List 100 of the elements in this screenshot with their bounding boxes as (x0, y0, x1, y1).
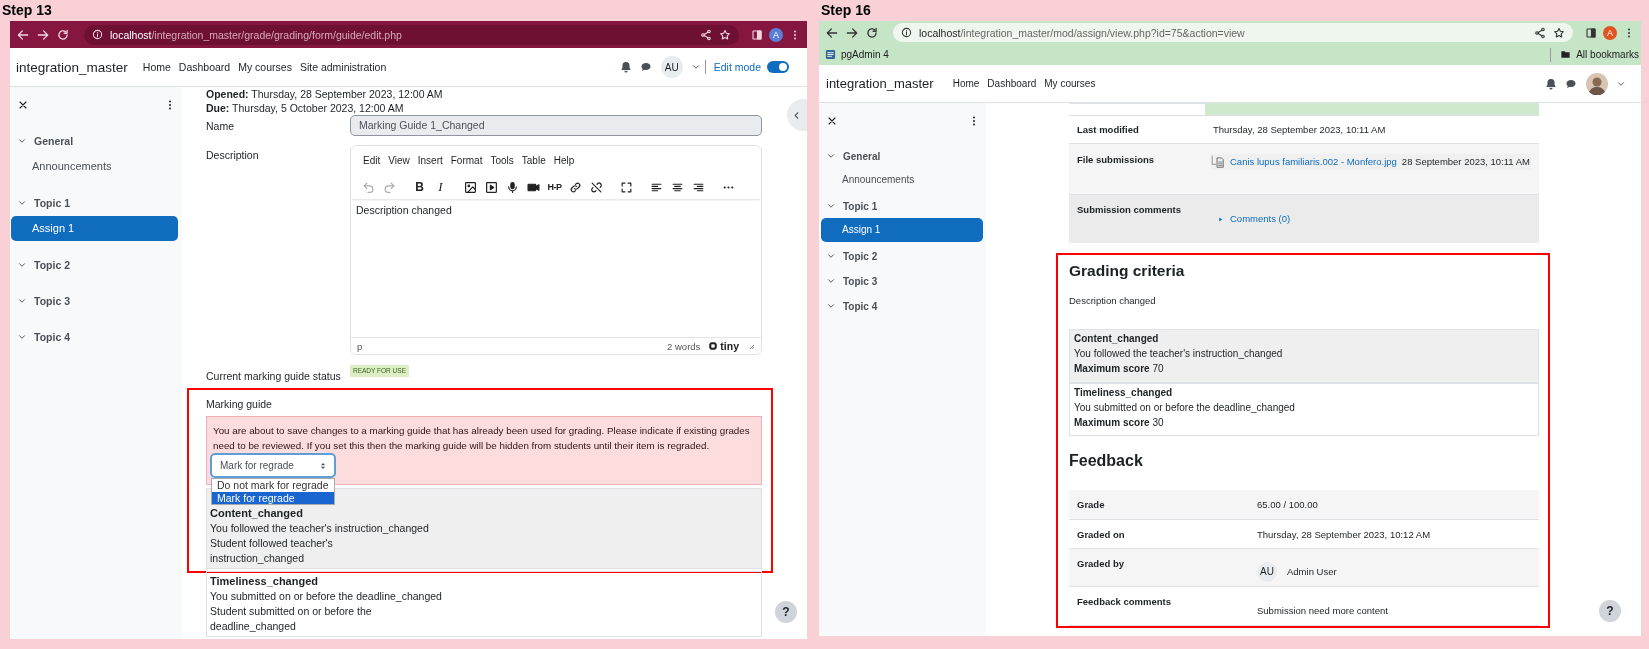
nav-link[interactable]: Dashboard (178, 61, 231, 73)
section-title[interactable]: General (34, 135, 74, 147)
chat-icon[interactable] (1565, 77, 1577, 90)
section-title[interactable]: Topic 1 (34, 197, 70, 209)
address-bar[interactable]: localhost/integration_master/mod/assign/view.php?id=75&action=view (893, 23, 1573, 42)
star-icon[interactable] (1553, 26, 1565, 39)
address-bar[interactable]: localhost/integration_master/grade/grading/form/guide/edit.php (84, 24, 739, 45)
bold-button[interactable]: B (409, 177, 430, 197)
media-icon[interactable] (485, 180, 498, 194)
section-title[interactable]: Topic 2 (843, 250, 878, 262)
nav-link[interactable]: Home (142, 61, 171, 73)
bell-icon[interactable] (1545, 77, 1557, 90)
chevron-down-icon[interactable] (826, 276, 836, 286)
nav-link[interactable]: Site administration (299, 61, 387, 73)
fullscreen-icon[interactable] (620, 180, 633, 194)
back-icon[interactable] (825, 25, 839, 40)
criterion-text: deadline_changed (210, 619, 297, 634)
profile-avatar[interactable]: A (769, 27, 783, 42)
chevron-down-icon[interactable] (17, 332, 27, 342)
menu-item[interactable]: Tools (490, 155, 514, 166)
database-icon[interactable] (825, 49, 836, 60)
site-name[interactable]: integration_master (826, 76, 934, 91)
user-avatar[interactable]: AU (660, 56, 683, 78)
close-icon[interactable] (17, 99, 29, 111)
menu-item[interactable]: Edit (363, 155, 381, 166)
dropdown-option[interactable]: Do not mark for regrade (212, 479, 334, 492)
chevron-down-icon[interactable] (826, 151, 836, 161)
sidebar-item[interactable]: Assign 1 (821, 218, 983, 242)
dropdown-option[interactable]: Mark for regrade (212, 491, 334, 504)
section-title[interactable]: Topic 2 (34, 259, 70, 271)
drawer-toggle[interactable] (787, 99, 807, 131)
reload-icon[interactable] (865, 25, 879, 40)
chevron-down-icon[interactable] (17, 198, 27, 208)
share-icon[interactable] (1534, 26, 1546, 39)
chevron-down-icon[interactable] (17, 260, 27, 270)
menu-item[interactable]: Help (553, 155, 575, 166)
close-icon[interactable] (826, 115, 838, 127)
nav-link[interactable]: My courses (1044, 78, 1096, 89)
share-icon[interactable] (700, 28, 712, 41)
editor-brand: tiny (720, 340, 739, 352)
menu-item[interactable]: Insert (417, 155, 443, 166)
edit-mode-toggle[interactable] (767, 61, 789, 73)
profile-avatar[interactable]: A (1603, 25, 1617, 40)
menu-item[interactable]: Table (521, 155, 546, 166)
chevron-down-icon[interactable] (17, 296, 27, 306)
back-icon[interactable] (16, 27, 30, 42)
user-avatar[interactable]: AU (1257, 561, 1277, 582)
forward-icon[interactable] (36, 27, 50, 42)
chevron-down-icon[interactable] (826, 201, 836, 211)
section-title[interactable]: Topic 4 (34, 331, 70, 343)
section-title[interactable]: Topic 1 (843, 200, 878, 212)
step-label: Step 13 (1, 1, 52, 20)
section-title[interactable]: Topic 4 (843, 300, 878, 312)
reload-icon[interactable] (56, 27, 70, 42)
site-name[interactable]: integration_master (16, 59, 128, 75)
section-title[interactable]: Topic 3 (843, 275, 878, 287)
expand-triangle-icon[interactable] (1217, 215, 1224, 223)
nav-link[interactable]: My courses (238, 61, 292, 73)
chevron-down-icon[interactable] (826, 301, 836, 311)
chat-icon[interactable] (639, 61, 652, 73)
sidebar-item[interactable]: Announcements (11, 154, 178, 179)
regrade-select[interactable]: Mark for regrade (210, 453, 336, 478)
image-icon[interactable] (464, 180, 477, 194)
caret-icon[interactable] (690, 62, 701, 72)
all-bookmarks-link[interactable]: All bookmarks (1576, 49, 1639, 60)
grader-name[interactable]: Admin User (1287, 564, 1337, 579)
avatar-icon[interactable] (1586, 72, 1608, 95)
chevron-down-icon[interactable] (17, 136, 27, 146)
microphone-icon[interactable] (506, 180, 519, 194)
star-icon[interactable] (719, 28, 731, 41)
side-panel-icon[interactable] (1585, 26, 1597, 39)
comments-link[interactable]: Comments (0) (1230, 212, 1291, 226)
folder-icon[interactable] (1560, 49, 1572, 60)
criterion-title: Content_changed (1074, 332, 1160, 346)
link-icon[interactable] (569, 180, 582, 194)
bookmark-link[interactable]: pgAdmin 4 (841, 49, 889, 60)
forward-icon[interactable] (845, 25, 859, 40)
bell-icon[interactable] (619, 61, 632, 73)
menu-item[interactable]: View (388, 155, 410, 166)
section-title[interactable]: Topic 3 (34, 295, 70, 307)
nav-link[interactable]: Home (952, 78, 980, 89)
table-cell: Thursday, 28 September 2023, 10:12 AM (1257, 529, 1431, 540)
help-button[interactable]: ? (775, 601, 797, 623)
file-date: 28 September 2023, 10:11 AM (1401, 155, 1531, 169)
nav-link[interactable]: Dashboard (987, 78, 1037, 89)
h5p-button[interactable]: H-P (544, 177, 565, 197)
sidebar-item[interactable]: Announcements (821, 168, 983, 192)
unlink-icon[interactable] (590, 180, 603, 194)
name-field[interactable]: Marking Guide 1_Changed (350, 115, 762, 136)
italic-button[interactable]: I (430, 177, 451, 197)
resize-handle-icon[interactable] (747, 342, 755, 350)
row-label: Feedback comments (1077, 596, 1171, 607)
menu-item[interactable]: Format (450, 155, 483, 166)
sidebar-item[interactable]: Assign 1 (11, 216, 178, 241)
file-link[interactable]: Canis lupus familiaris.002 - Monfero.jpg (1230, 155, 1397, 169)
help-button[interactable]: ? (1599, 600, 1621, 622)
chevron-down-icon[interactable] (826, 251, 836, 261)
section-title[interactable]: General (843, 150, 881, 162)
info-icon[interactable] (901, 27, 912, 38)
criterion-text: You followed the teacher's instruction_changed (210, 521, 430, 536)
